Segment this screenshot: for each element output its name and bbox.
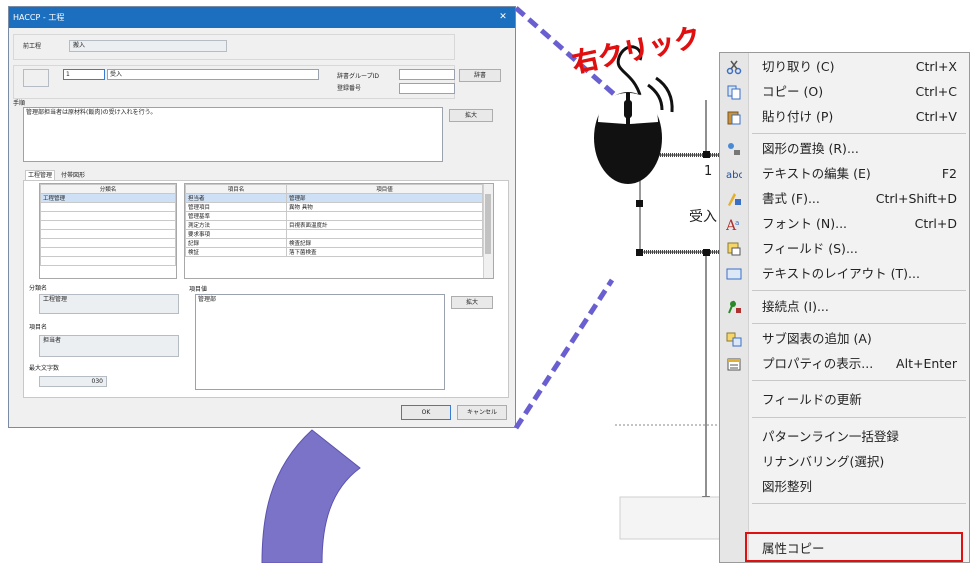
menu-item-label: リナンバリング(選択): [762, 454, 885, 469]
menu-item-label: テキストのレイアウト: [762, 266, 887, 281]
menu-item-update-fields[interactable]: フィールドの更新: [720, 388, 969, 412]
menu-item-label: 切り取り: [762, 59, 813, 74]
menu-item-font[interactable]: Aa フォント (N)... Ctrl+D: [720, 212, 969, 236]
menu-item-connection-point[interactable]: 接続点 (I)...: [720, 295, 969, 319]
menu-item-mnemonic: (T)...: [890, 266, 920, 281]
selection-handle[interactable]: [636, 200, 643, 207]
menu-separator: [752, 323, 966, 324]
replace-shape-icon: [728, 143, 740, 155]
menu-item-shortcut: Ctrl+X: [915, 59, 957, 74]
menu-item-edit-text[interactable]: abc テキストの編集 (E) F2: [720, 162, 969, 186]
menu-item-label: コピー: [762, 84, 800, 99]
shape-label: 受入: [689, 209, 717, 225]
menu-separator: [752, 503, 966, 504]
menu-item-label: パターンライン一括登録: [762, 429, 899, 444]
svg-text:a: a: [735, 219, 739, 227]
menu-item-mnemonic: (O): [803, 84, 824, 99]
menu-item-label: 貼り付け: [762, 109, 813, 124]
menu-item-field[interactable]: フィールド (S)...: [720, 237, 969, 261]
menu-item-mnemonic: (E): [853, 166, 871, 181]
menu-item-properties[interactable]: プロパティの表示... Alt+Enter: [720, 352, 969, 376]
menu-item-pattern-line-register[interactable]: パターンライン一括登録: [720, 425, 969, 449]
selection-handle[interactable]: [636, 249, 643, 256]
menu-item-shortcut: Ctrl+Shift+D: [875, 191, 957, 206]
menu-item-text-layout[interactable]: テキストのレイアウト (T)...: [720, 262, 969, 286]
menu-item-mnemonic: (A): [853, 331, 872, 346]
menu-item-mnemonic: (P): [816, 109, 834, 124]
menu-item-label: フィールドの更新: [762, 392, 862, 407]
menu-item-replace-shape[interactable]: 図形の置換 (R)...: [720, 137, 969, 161]
menu-item-label: プロパティの表示...: [762, 356, 874, 371]
menu-item-mnemonic: (F)...: [791, 191, 820, 206]
paste-icon: [727, 111, 741, 125]
font-icon: Aa: [726, 218, 739, 232]
menu-item-paste[interactable]: 貼り付け (P) Ctrl+V: [720, 105, 969, 129]
menu-item-label: 書式: [762, 191, 788, 206]
canvas-bottom-band: [619, 496, 721, 540]
menu-item-shortcut: Ctrl+V: [915, 109, 957, 124]
text-layout-icon: [726, 268, 742, 280]
connection-point-icon: [728, 300, 741, 314]
menu-separator: [752, 133, 966, 134]
menu-item-shortcut: Ctrl+C: [915, 84, 957, 99]
menu-item-label: テキストの編集: [762, 166, 850, 181]
menu-item-mnemonic: (I)...: [803, 299, 829, 314]
menu-item-shortcut: Ctrl+D: [914, 216, 957, 231]
menu-item-label: フォント: [762, 216, 813, 231]
menu-item-label: 図形整列: [762, 479, 813, 494]
menu-separator: [752, 417, 966, 418]
menu-item-format[interactable]: 書式 (F)... Ctrl+Shift+D: [720, 187, 969, 211]
add-subdiagram-icon: [726, 332, 742, 347]
menu-item-shortcut: Alt+Enter: [896, 356, 957, 371]
menu-item-mnemonic: (R)...: [828, 141, 859, 156]
menu-item-mnemonic: (S)...: [828, 241, 858, 256]
properties-icon: [727, 358, 741, 371]
edit-text-icon: abc: [726, 170, 742, 181]
format-icon: [728, 193, 741, 206]
context-menu: 切り取り (C) Ctrl+X コピー (O) Ctrl+C 貼り付け (P) …: [719, 52, 970, 563]
menu-item-label: フィールド: [762, 241, 825, 256]
dashed-guide-lower: [513, 278, 615, 430]
menu-item-mnemonic: (C): [816, 59, 835, 74]
menu-item-add-subdiagram[interactable]: サブ図表の追加 (A): [720, 327, 969, 351]
svg-text:abc: abc: [726, 170, 742, 181]
menu-item-mnemonic: (N)...: [816, 216, 848, 231]
copy-icon: [727, 85, 741, 100]
menu-item-label: 図形の置換: [762, 141, 825, 156]
shape-number: 1: [704, 164, 713, 179]
menu-item-shortcut: F2: [941, 166, 957, 181]
scissors-icon: [726, 60, 742, 75]
menu-separator: [752, 290, 966, 291]
menu-separator: [752, 380, 966, 381]
menu-item-align-shapes[interactable]: 図形整列: [720, 475, 969, 499]
menu-item-cut[interactable]: 切り取り (C) Ctrl+X: [720, 55, 969, 79]
menu-item-copy[interactable]: コピー (O) Ctrl+C: [720, 80, 969, 104]
selection-handle[interactable]: [703, 151, 710, 158]
highlight-box: [745, 532, 963, 562]
selection-handle[interactable]: [703, 249, 710, 256]
menu-item-label: サブ図表の追加: [762, 331, 850, 346]
curved-arrow: [261, 429, 361, 563]
menu-item-label: 接続点: [762, 299, 800, 314]
menu-item-renumbering[interactable]: リナンバリング(選択): [720, 450, 969, 474]
field-icon: [727, 242, 741, 256]
